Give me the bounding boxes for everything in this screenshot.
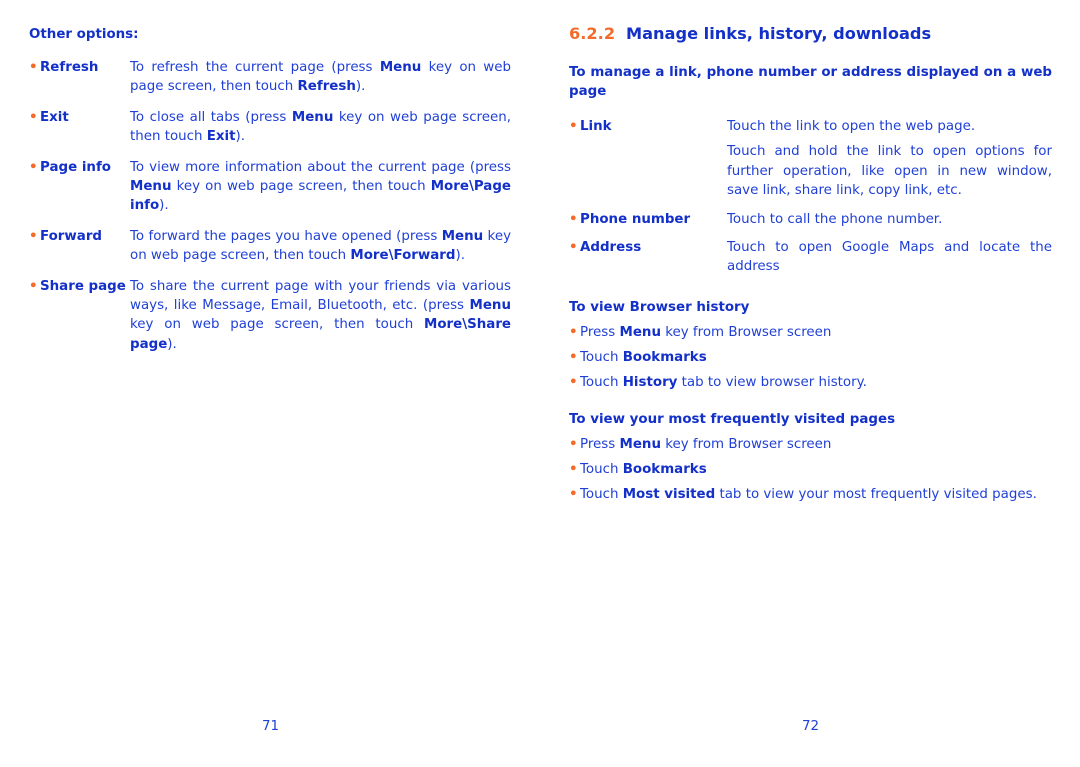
manage-items-list: • Link Touch the link to open the web page…	[569, 117, 1052, 277]
visited-heading: To view your most frequently visited pag…	[569, 412, 896, 427]
manage-term: • Phone number	[569, 210, 727, 229]
bold-term: Bookmarks	[622, 462, 707, 477]
step-item: • Press Menu key from Browser screen	[569, 323, 1052, 348]
description-paragraph: Touch and hold the link to open options …	[727, 144, 1052, 199]
bullet-icon: •	[569, 350, 578, 365]
visited-steps-list: • Press Menu key from Browser screen • Touc…	[569, 435, 1052, 510]
option-term: • Exit	[29, 108, 130, 127]
bullet-icon: •	[569, 375, 578, 390]
option-term: • Share page	[29, 277, 130, 296]
other-options-heading: Other options:	[29, 27, 139, 42]
bold-term: More\Page info	[130, 179, 511, 214]
section-number: 6.2.2	[569, 24, 616, 43]
bold-term: Bookmarks	[622, 350, 707, 365]
page-number-left: 71	[262, 719, 280, 734]
option-term: • Page info	[29, 158, 130, 177]
manage-term-label: Address	[580, 240, 642, 256]
option-term-label: Refresh	[40, 60, 99, 75]
step-item: • Touch Bookmarks	[569, 460, 1052, 485]
manage-description: Touch to call the phone number.	[727, 210, 1052, 229]
option-term-label: Forward	[40, 228, 103, 244]
bullet-icon: •	[569, 462, 578, 477]
history-heading: To view Browser history	[569, 300, 750, 315]
bullet-icon: •	[569, 487, 578, 502]
option-description: To close all tabs (press Menu key on web…	[130, 109, 511, 145]
option-term-label: Exit	[40, 109, 69, 125]
bold-term: Menu	[441, 228, 484, 244]
bullet-icon: •	[29, 278, 38, 294]
bullet-icon: •	[569, 119, 578, 134]
manage-item: • Link Touch the link to open the web page…	[569, 117, 1052, 201]
section-heading: 6.2.2 Manage links, history, downloads	[569, 23, 931, 45]
bullet-icon: •	[29, 60, 38, 75]
bold-term: More\Share page	[130, 317, 511, 352]
option-term: • Forward	[29, 227, 130, 246]
manage-term-label: Link	[580, 119, 612, 134]
option-item: • Exit To close all tabs (press Menu key o…	[29, 108, 511, 147]
option-term-label: Page info	[40, 159, 111, 175]
step-item: • Touch History tab to view browser histo…	[569, 373, 1052, 398]
manage-term: • Address	[569, 238, 727, 257]
bold-term: Menu	[291, 109, 334, 125]
bold-term: More\Forward	[350, 248, 456, 264]
description-paragraph: Touch the link to open the web page.	[727, 119, 976, 134]
description-paragraph: Touch to call the phone number.	[727, 211, 943, 227]
manage-item: • Phone number Touch to call the phone num…	[569, 210, 1052, 229]
bullet-icon: •	[569, 325, 578, 340]
manage-term-label: Phone number	[580, 211, 691, 227]
options-list: • Refresh To refresh the current page (pre…	[29, 58, 511, 354]
option-description: To refresh the current page (press Menu …	[130, 60, 511, 95]
bold-term: Exit	[206, 129, 236, 145]
manage-item: • Address Touch to open Google Maps and lo…	[569, 238, 1052, 277]
bold-term: History	[622, 375, 678, 390]
option-item: • Refresh To refresh the current page (pre…	[29, 58, 511, 97]
option-item: • Share page To share the current page wit…	[29, 277, 511, 355]
bullet-icon: •	[29, 159, 38, 175]
bullet-icon: •	[569, 240, 578, 256]
bullet-icon: •	[569, 211, 578, 227]
option-description: To share the current page with your frie…	[130, 278, 511, 352]
step-item: • Press Menu key from Browser screen	[569, 435, 1052, 460]
history-steps-list: • Press Menu key from Browser screen • Touc…	[569, 323, 1052, 398]
bullet-icon: •	[29, 228, 38, 244]
bullet-icon: •	[569, 437, 578, 452]
option-description: To forward the pages you have opened (pr…	[130, 228, 512, 264]
bold-term: Menu	[619, 437, 661, 452]
section-title: Manage links, history, downloads	[626, 24, 932, 43]
description-paragraph: Touch to open Google Maps and locate the…	[727, 240, 1052, 275]
bullet-icon: •	[29, 109, 38, 125]
option-term: • Refresh	[29, 58, 130, 77]
bold-term: Menu	[130, 179, 172, 195]
bold-term: Menu	[619, 325, 661, 340]
bold-term: Most visited	[622, 487, 716, 502]
step-item: • Touch Most visited tab to view your mos…	[569, 485, 1052, 510]
manage-description: Touch to open Google Maps and locate the…	[727, 238, 1052, 277]
option-item: • Page info To view more information about…	[29, 158, 511, 216]
option-term-label: Share page	[40, 278, 126, 294]
option-item: • Forward To forward the pages you have op…	[29, 227, 511, 266]
manage-term: • Link	[569, 117, 727, 136]
bold-term: Menu	[379, 60, 422, 75]
page-number-right: 72	[802, 719, 820, 734]
manage-heading: To manage a link, phone number or addres…	[569, 65, 1052, 100]
step-item: • Touch Bookmarks	[569, 348, 1052, 373]
bold-term: Refresh	[297, 79, 356, 95]
option-description: To view more information about the curre…	[130, 159, 511, 214]
bold-term: Menu	[469, 298, 511, 314]
manage-description: Touch the link to open the web page. Touc…	[727, 117, 1052, 201]
